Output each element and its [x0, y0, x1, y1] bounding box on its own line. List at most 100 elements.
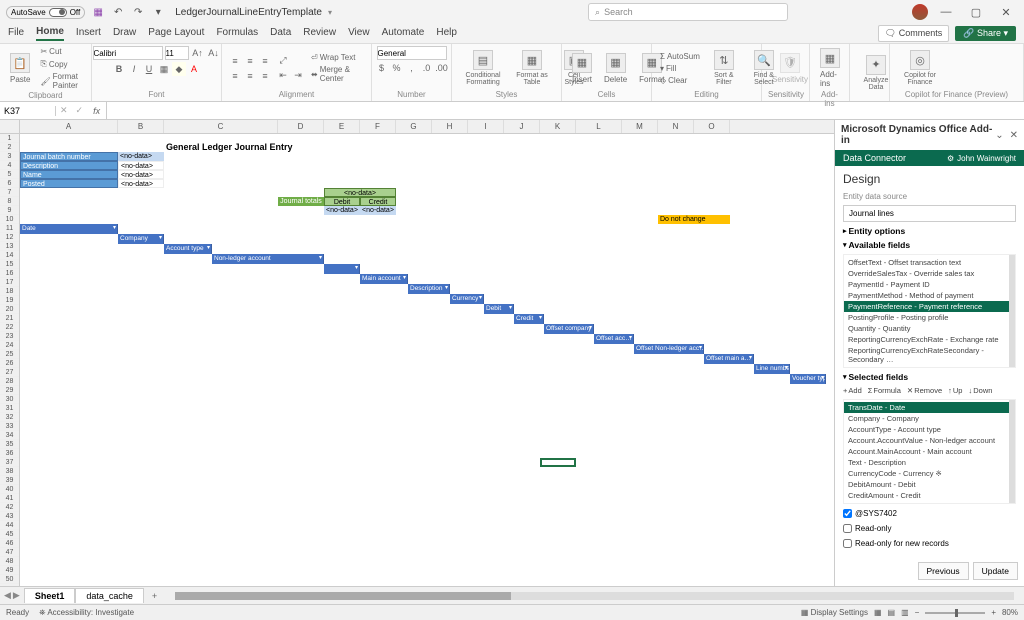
view-layout-icon[interactable]: ▤ [888, 608, 896, 617]
tab-page-layout[interactable]: Page Layout [148, 27, 204, 40]
row-head-29[interactable]: 29 [0, 386, 19, 395]
row-head-5[interactable]: 5 [0, 170, 19, 179]
col-head-H[interactable]: H [432, 120, 468, 133]
table-header[interactable]: Line number [754, 364, 790, 374]
minimize-button[interactable]: — [934, 6, 958, 18]
selected-field[interactable]: CreditAmount - Credit [844, 490, 1015, 501]
col-head-C[interactable]: C [164, 120, 278, 133]
name-value[interactable]: <no-data> [118, 170, 164, 179]
col-head-N[interactable]: N [658, 120, 694, 133]
col-head-L[interactable]: L [576, 120, 622, 133]
undo-icon[interactable]: ↶ [111, 5, 125, 19]
table-header[interactable]: Credit [514, 314, 544, 324]
zoom-out-icon[interactable]: − [915, 608, 920, 617]
row-head-1[interactable]: 1 [0, 134, 19, 143]
entity-options-section[interactable]: Entity options [843, 226, 1016, 236]
row-head-49[interactable]: 49 [0, 566, 19, 575]
avatar[interactable] [912, 4, 928, 20]
row-head-47[interactable]: 47 [0, 548, 19, 557]
posted-value[interactable]: <no-data> [118, 179, 164, 188]
tab-insert[interactable]: Insert [76, 27, 101, 40]
selected-field[interactable]: Account.MainAccount - Main account [844, 446, 1015, 457]
available-field[interactable]: PaymentId - Payment ID [844, 279, 1015, 290]
jt-credit-val[interactable]: <no-data> [360, 206, 396, 215]
table-header[interactable]: Main account [360, 274, 408, 284]
border-button[interactable]: ▦ [157, 62, 171, 76]
clear-button[interactable]: ◇ Clear [658, 75, 702, 86]
fill-color-button[interactable]: ◆ [172, 62, 186, 76]
jt-debit[interactable]: Debit [324, 197, 360, 206]
selected-field[interactable]: Account.AccountValue - Non-ledger accoun… [844, 435, 1015, 446]
row-head-44[interactable]: 44 [0, 521, 19, 530]
col-head-A[interactable]: A [20, 120, 118, 133]
merge-center-button[interactable]: ⬌ Merge & Center [309, 64, 365, 84]
row-head-11[interactable]: 11 [0, 224, 19, 233]
col-head-I[interactable]: I [468, 120, 504, 133]
tab-view[interactable]: View [348, 27, 370, 40]
save-icon[interactable]: ▦ [91, 5, 105, 19]
selected-fields-section[interactable]: Selected fields [843, 372, 1016, 382]
zoom-in-icon[interactable]: + [991, 608, 996, 617]
cut-button[interactable]: ✂ Cut [38, 46, 85, 57]
row-head-15[interactable]: 15 [0, 260, 19, 269]
zoom-level[interactable]: 80% [1002, 608, 1018, 617]
conditional-formatting-button[interactable]: ▤Conditional Formatting [458, 48, 508, 88]
row-head-21[interactable]: 21 [0, 314, 19, 323]
tab-help[interactable]: Help [436, 27, 457, 40]
row-head-37[interactable]: 37 [0, 458, 19, 467]
prev-sheet-icon[interactable]: ◀ [4, 590, 11, 601]
update-button[interactable]: Update [973, 562, 1018, 580]
align-left-icon[interactable]: ≡ [228, 69, 242, 83]
increase-font-icon[interactable]: A↑ [191, 46, 205, 60]
row-head-36[interactable]: 36 [0, 449, 19, 458]
row-head-35[interactable]: 35 [0, 440, 19, 449]
insert-cells-button[interactable]: ▦Insert [568, 51, 596, 86]
table-header[interactable]: Debit [484, 304, 514, 314]
tab-file[interactable]: File [8, 27, 24, 40]
sheet-title[interactable]: General Ledger Journal Entry [164, 143, 364, 152]
col-head-M[interactable]: M [622, 120, 658, 133]
readonly-new-checkbox[interactable] [843, 539, 852, 548]
add-field-button[interactable]: + Add [843, 386, 862, 395]
zoom-slider[interactable] [925, 612, 985, 614]
table-header[interactable]: Description [408, 284, 450, 294]
table-header[interactable]: Account type [164, 244, 212, 254]
table-header[interactable]: Offset company [544, 324, 594, 334]
row-head-34[interactable]: 34 [0, 431, 19, 440]
available-field[interactable]: PaymentMethod - Method of payment [844, 290, 1015, 301]
row-head-32[interactable]: 32 [0, 413, 19, 422]
sort-filter-button[interactable]: ⇅Sort & Filter [706, 48, 742, 88]
row-head-42[interactable]: 42 [0, 503, 19, 512]
jt-nodata[interactable]: <no-data> [324, 188, 396, 197]
italic-button[interactable]: I [127, 62, 141, 76]
wrap-text-button[interactable]: ⏎ Wrap Text [309, 52, 365, 63]
row-head-28[interactable]: 28 [0, 377, 19, 386]
col-head-J[interactable]: J [504, 120, 540, 133]
row-head-27[interactable]: 27 [0, 368, 19, 377]
journal-totals-label[interactable]: Journal totals [278, 197, 324, 206]
row-head-26[interactable]: 26 [0, 359, 19, 368]
jt-credit[interactable]: Credit [360, 197, 396, 206]
sys-checkbox[interactable] [843, 509, 852, 518]
row-head-7[interactable]: 7 [0, 188, 19, 197]
row-head-45[interactable]: 45 [0, 530, 19, 539]
add-sheet-button[interactable]: + [144, 591, 165, 601]
tab-formulas[interactable]: Formulas [216, 27, 258, 40]
document-title[interactable]: LedgerJournalLineEntryTemplate [175, 7, 322, 18]
tab-home[interactable]: Home [36, 26, 64, 41]
inc-indent-icon[interactable]: ⇥ [291, 69, 305, 83]
available-field[interactable]: ReportingCurrencyExchRate - Exchange rat… [844, 334, 1015, 345]
desc-label[interactable]: Description [20, 161, 118, 170]
maximize-button[interactable]: ▢ [964, 6, 988, 19]
batch-value[interactable]: <no-data> [118, 152, 164, 161]
selected-field[interactable]: TransDate - Date [844, 402, 1015, 413]
autosave-toggle[interactable]: AutoSave Off [6, 6, 85, 19]
align-center-icon[interactable]: ≡ [243, 69, 257, 83]
underline-button[interactable]: U [142, 62, 156, 76]
selected-field[interactable]: CurrencyCode - Currency ※ [844, 468, 1015, 479]
name-box[interactable]: K37 [0, 106, 56, 116]
row-head-46[interactable]: 46 [0, 539, 19, 548]
row-head-30[interactable]: 30 [0, 395, 19, 404]
col-head-F[interactable]: F [360, 120, 396, 133]
view-break-icon[interactable]: ▥ [901, 608, 909, 617]
